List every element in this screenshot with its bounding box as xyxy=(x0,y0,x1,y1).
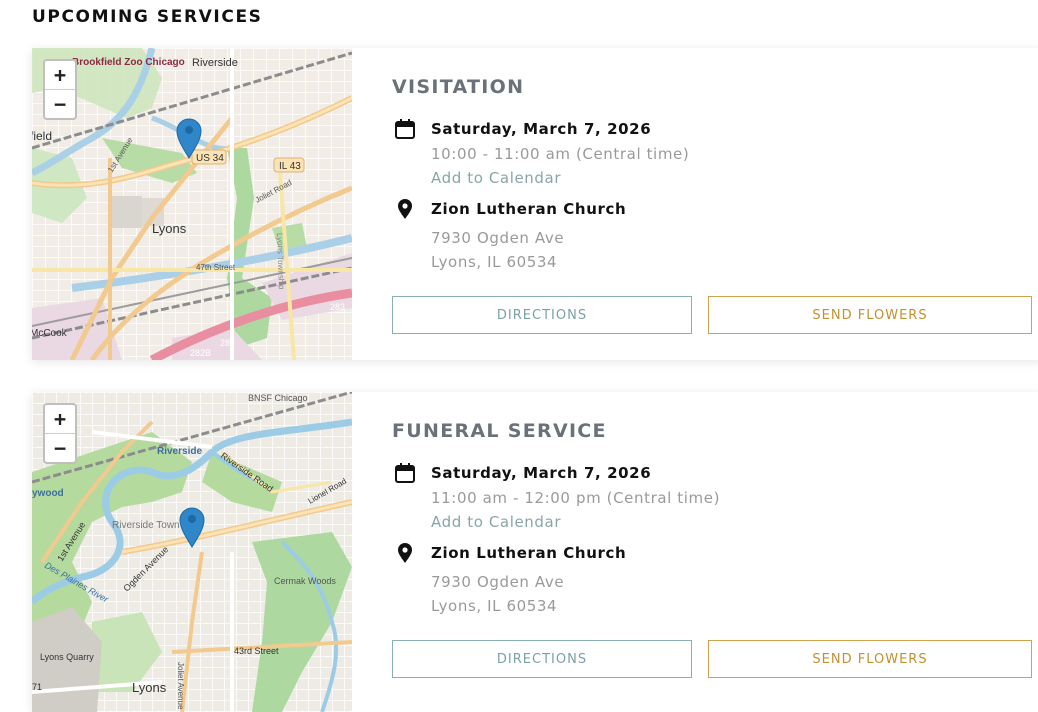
map-label: Lyons Quarry xyxy=(40,652,94,662)
venue-name: Zion Lutheran Church xyxy=(431,200,627,218)
service-details: VISITATION Saturday, March 7, 2026 10:00… xyxy=(392,48,1038,360)
venue-address-line2: Lyons, IL 60534 xyxy=(431,597,558,615)
send-flowers-button[interactable]: SEND FLOWERS xyxy=(708,640,1032,678)
map-label: Riverside Town xyxy=(112,520,180,531)
map-label: Lyons xyxy=(152,221,187,236)
event-time: 11:00 am - 12:00 pm (Central time) xyxy=(431,489,721,507)
venue-address-line2: Lyons, IL 60534 xyxy=(431,253,558,271)
zoom-in-button[interactable]: + xyxy=(45,405,75,434)
map-zoom-control: + − xyxy=(43,403,77,464)
zoom-out-button[interactable]: − xyxy=(45,90,75,118)
map-funeral[interactable]: BNSF Chicago Riverside Riverside Road yw… xyxy=(32,392,352,712)
calendar-icon xyxy=(395,119,415,139)
map-label: McCook xyxy=(32,328,68,339)
event-title: FUNERAL SERVICE xyxy=(392,420,607,442)
map-label: US 34 xyxy=(196,153,224,164)
map-label: Joliet Avenue xyxy=(176,662,185,710)
map-label: field xyxy=(32,129,52,143)
service-details: FUNERAL SERVICE Saturday, March 7, 2026 … xyxy=(392,392,1038,712)
directions-button[interactable]: DIRECTIONS xyxy=(392,640,692,678)
venue-address-line1: 7930 Ogden Ave xyxy=(431,229,565,247)
map-label: Riverside xyxy=(157,446,202,457)
event-date: Saturday, March 7, 2026 xyxy=(431,120,652,138)
map-label: Brookfield Zoo Chicago xyxy=(72,57,185,68)
map-label: 283 xyxy=(330,302,345,312)
event-date: Saturday, March 7, 2026 xyxy=(431,464,652,482)
map-zoom-control: + − xyxy=(43,59,77,120)
map-label: IL 43 xyxy=(279,161,301,172)
map-label: ywood xyxy=(32,488,64,499)
service-card-visitation: Brookfield Zoo Chicago Riverside field U… xyxy=(32,48,1038,360)
map-label: 71 xyxy=(32,682,42,692)
map-tiles: Brookfield Zoo Chicago Riverside field U… xyxy=(32,48,352,360)
event-time: 10:00 - 11:00 am (Central time) xyxy=(431,145,690,163)
directions-button[interactable]: DIRECTIONS xyxy=(392,296,692,334)
map-label: Lyons xyxy=(132,680,167,695)
map-label: 47th Street xyxy=(196,263,236,272)
section-title: UPCOMING SERVICES xyxy=(32,7,263,27)
venue-address-line1: 7930 Ogden Ave xyxy=(431,573,565,591)
calendar-icon xyxy=(395,463,415,483)
map-label: Cermak Woods xyxy=(274,576,336,586)
location-pin-icon xyxy=(398,543,412,563)
zoom-out-button[interactable]: − xyxy=(45,434,75,462)
map-visitation[interactable]: Brookfield Zoo Chicago Riverside field U… xyxy=(32,48,352,360)
map-tiles: BNSF Chicago Riverside Riverside Road yw… xyxy=(32,392,352,712)
map-label: 43rd Street xyxy=(234,646,279,656)
venue-name: Zion Lutheran Church xyxy=(431,544,627,562)
map-label: BNSF Chicago xyxy=(248,393,308,403)
map-label: Riverside xyxy=(192,57,238,69)
add-to-calendar-link[interactable]: Add to Calendar xyxy=(431,513,561,531)
service-card-funeral: BNSF Chicago Riverside Riverside Road yw… xyxy=(32,392,1038,712)
send-flowers-button[interactable]: SEND FLOWERS xyxy=(708,296,1032,334)
add-to-calendar-link[interactable]: Add to Calendar xyxy=(431,169,561,187)
map-label: 282 xyxy=(220,338,235,348)
event-title: VISITATION xyxy=(392,76,525,98)
zoom-in-button[interactable]: + xyxy=(45,61,75,90)
location-pin-icon xyxy=(398,199,412,219)
map-label: 282B xyxy=(190,348,211,358)
